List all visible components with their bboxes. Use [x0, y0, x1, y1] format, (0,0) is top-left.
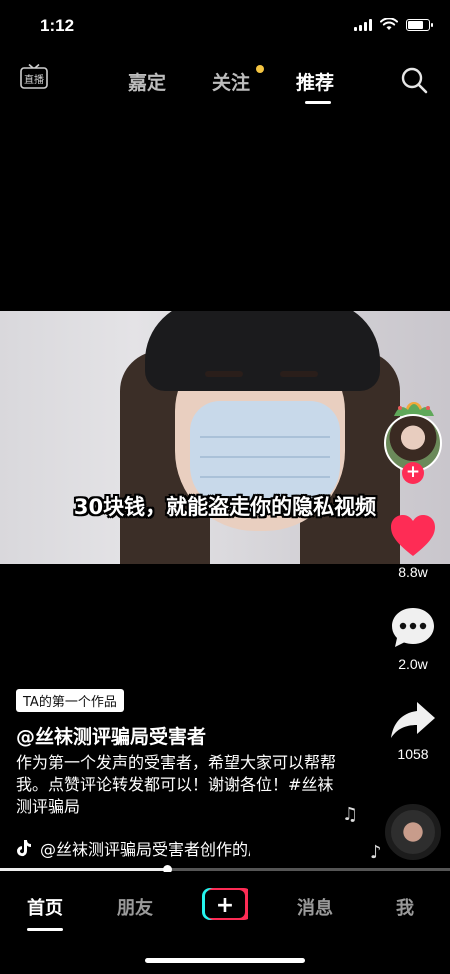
tab-following[interactable]: 关注 — [212, 68, 250, 95]
create-button[interactable]: + — [202, 888, 248, 920]
status-icons — [354, 18, 433, 31]
comment-icon — [392, 608, 434, 647]
video-feed-screen: 1:12 直播 嘉定 关注 推荐 30块钱，就能盗走你的隐私视频 + 8.8w … — [0, 0, 450, 974]
following-notice-dot — [256, 65, 264, 73]
battery-icon — [406, 18, 433, 31]
live-icon-label: 直播 — [24, 73, 44, 86]
tab-messages[interactable]: 消息 — [297, 894, 333, 920]
tab-me[interactable]: 我 — [396, 894, 414, 920]
status-bar: 1:12 — [0, 0, 450, 52]
follow-button[interactable]: + — [402, 462, 424, 484]
top-nav: 直播 嘉定 关注 推荐 — [0, 60, 450, 104]
comment-button[interactable]: 2.0w — [380, 606, 446, 672]
like-button[interactable]: 8.8w — [380, 514, 446, 580]
music-disc-icon[interactable] — [385, 804, 441, 860]
share-icon — [391, 702, 435, 738]
first-work-badge: TA的第一个作品 — [16, 689, 124, 712]
create-plus-label: + — [216, 893, 234, 918]
tab-friends[interactable]: 朋友 — [117, 894, 153, 920]
music-note-icon: ♫ — [342, 804, 359, 825]
signal-icon — [354, 18, 372, 31]
video-description[interactable]: 作为第一个发声的受害者，希望大家可以帮帮我。点赞评论转发都可以！谢谢各位！#丝袜… — [16, 752, 336, 818]
tiktok-note-icon — [17, 840, 31, 857]
bottom-tab-bar: 首页 朋友 + 消息 我 — [0, 872, 450, 974]
video-progress-bar[interactable] — [0, 865, 450, 874]
music-note-icon-2: ♪ — [370, 842, 382, 863]
tab-home[interactable]: 首页 — [27, 894, 63, 920]
tab-nearby[interactable]: 嘉定 — [128, 68, 166, 95]
battery-level — [408, 20, 423, 29]
search-icon[interactable] — [400, 66, 428, 94]
like-count: 8.8w — [398, 564, 428, 580]
wifi-icon — [380, 18, 398, 30]
comment-count: 2.0w — [398, 656, 428, 672]
author-name[interactable]: @丝袜测评骗局受害者 — [16, 722, 206, 749]
home-tab-underline — [27, 928, 63, 931]
live-icon[interactable]: 直播 — [20, 64, 48, 90]
active-tab-underline — [305, 101, 331, 104]
status-time: 1:12 — [40, 16, 75, 35]
music-title: @丝袜测评骗局受害者创作的原声 — [40, 840, 250, 859]
music-row[interactable]: @丝袜测评骗局受害者创作的原声 — [16, 836, 250, 860]
share-count: 1058 — [397, 746, 429, 762]
author-avatar-group[interactable]: + — [382, 396, 446, 486]
tab-recommend[interactable]: 推荐 — [296, 68, 334, 95]
progress-fill — [0, 868, 167, 871]
home-indicator — [145, 958, 305, 963]
share-button[interactable]: 1058 — [380, 700, 446, 762]
heart-icon — [391, 515, 435, 556]
